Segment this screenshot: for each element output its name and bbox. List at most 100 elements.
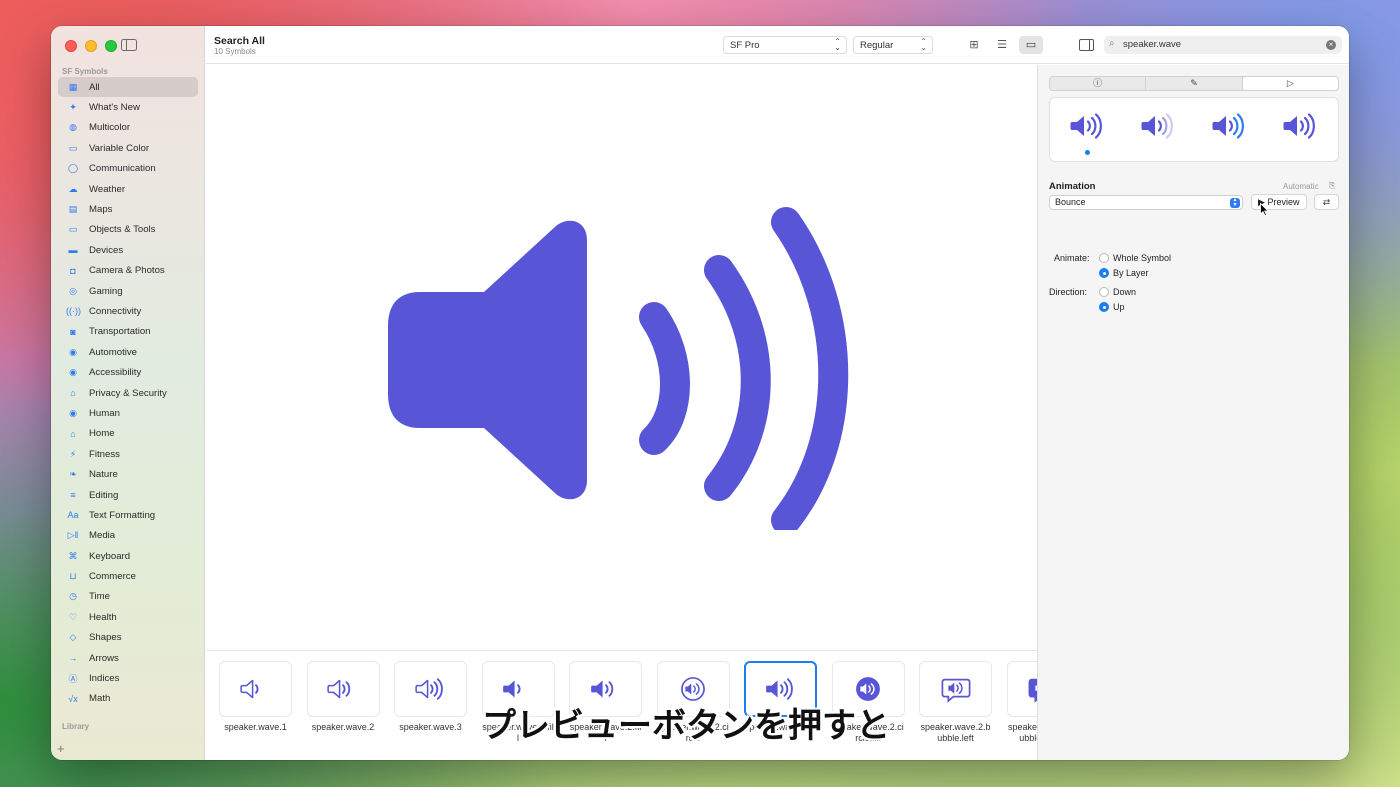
sf-symbols-window: SF Symbols ▦ All ✦ What's New ◍ Multicolor ▭ Va…	[51, 26, 1349, 760]
cart-icon: ⊔	[69, 571, 77, 582]
animation-effect-select[interactable]: Bounce ▴ ▾	[1049, 195, 1243, 210]
sidebar-item-label: All	[89, 81, 100, 93]
radio-label: Down	[1113, 287, 1137, 297]
accessibility-icon: ◉	[69, 367, 77, 378]
sidebar-item-devices[interactable]: ▬ Devices	[58, 240, 198, 260]
sidebar-item-math[interactable]: √x Math	[58, 689, 198, 709]
radio-option-up[interactable]: Up	[1099, 302, 1125, 312]
symbol-tile-label: speaker.wave.2.bubble.left.fill	[1007, 722, 1037, 743]
sidebar-item-text-formatting[interactable]: Aa Text Formatting	[58, 505, 198, 525]
sidebar-item-accessibility[interactable]: ◉ Accessibility	[58, 362, 198, 382]
sidebar-item-human[interactable]: ◉ Human	[58, 403, 198, 423]
tab-info[interactable]: ⓘ	[1050, 77, 1147, 90]
copy-icon[interactable]: ⎘	[1329, 181, 1335, 191]
sidebar-item-privacy-security[interactable]: ⌂ Privacy & Security	[58, 383, 198, 403]
folder-icon: ▭	[68, 224, 78, 235]
heart-icon: ♡	[68, 611, 78, 622]
symbol-tile-preview	[1006, 661, 1037, 717]
sidebar-item-variable-color[interactable]: ▭ Variable Color	[58, 138, 198, 158]
radio-option-whole-symbol[interactable]: Whole Symbol	[1099, 253, 1171, 263]
radio-option-down[interactable]: Down	[1099, 287, 1136, 297]
radio-button[interactable]	[1099, 302, 1109, 312]
hierarchical-variant-icon[interactable]	[1139, 111, 1179, 141]
weight-select[interactable]: Regular ⌃ ⌄	[853, 36, 933, 54]
sidebar-item-home[interactable]: ⌂ Home	[58, 424, 198, 444]
radio-option-by-layer[interactable]: By Layer	[1099, 268, 1149, 278]
house-icon: ⌂	[70, 428, 76, 439]
sidebar-item-label: What's New	[89, 102, 140, 114]
sidebar-list: ▦ All ✦ What's New ◍ Multicolor ▭ Variable Colo…	[58, 77, 198, 709]
minimize-button[interactable]	[85, 40, 97, 52]
symbol-tile[interactable]: speaker.wave.3	[394, 661, 467, 733]
sidebar-item-what-s-new[interactable]: ✦ What's New	[58, 97, 198, 117]
sidebar-item-fitness[interactable]: ⚡ Fitness	[58, 444, 198, 464]
grid-icon: ▦	[68, 81, 78, 92]
sidebar-item-weather[interactable]: ☁ Weather	[58, 179, 198, 199]
palette-variant-icon[interactable]	[1210, 111, 1250, 141]
speaker-wave-icon	[414, 678, 443, 700]
sidebar-item-editing[interactable]: ≡ Editing	[58, 485, 198, 505]
grid-view-button[interactable]: ⊞	[962, 36, 986, 54]
sidebar-item-maps[interactable]: ▤ Maps	[58, 199, 198, 219]
search-input[interactable]: speaker.wave	[1123, 39, 1181, 50]
sidebar-item-label: Health	[89, 611, 117, 623]
sidebar-item-automotive[interactable]: ◉ Automotive	[58, 342, 198, 362]
sidebar-item-connectivity[interactable]: ((·)) Connectivity	[58, 301, 198, 321]
font-select[interactable]: SF Pro ⌃ ⌄	[723, 36, 847, 54]
sidebar-item-health[interactable]: ♡ Health	[58, 607, 198, 627]
search-field[interactable]: ⌕ speaker.wave ×	[1104, 36, 1342, 54]
sidebar-item-gaming[interactable]: ◎ Gaming	[58, 281, 198, 301]
sidebar-item-time[interactable]: ◷ Time	[58, 587, 198, 607]
sidebar-item-objects-tools[interactable]: ▭ Objects & Tools	[58, 220, 198, 240]
radio-button[interactable]	[1099, 287, 1109, 297]
monochrome-variant-icon[interactable]	[1068, 111, 1108, 141]
sidebar-item-label: Objects & Tools	[89, 224, 156, 236]
sidebar-item-communication[interactable]: ◯ Communication	[58, 159, 198, 179]
chevron-updown-icon: ⌃ ⌄	[920, 37, 927, 52]
sidebar-item-shapes[interactable]: ◇ Shapes	[58, 628, 198, 648]
sidebar-item-label: Fitness	[89, 448, 120, 460]
sidebar-item-transportation[interactable]: ◙ Transportation	[58, 322, 198, 342]
speaker-wave-icon	[327, 679, 351, 699]
a-circle-icon: Ⓐ	[68, 674, 78, 685]
tab-customize[interactable]: ✎	[1146, 77, 1243, 90]
sidebar-item-indices[interactable]: Ⓐ Indices	[58, 668, 198, 688]
list-view-button[interactable]: ☰	[990, 36, 1014, 54]
add-collection-button[interactable]: +	[57, 741, 65, 756]
zoom-button[interactable]	[105, 40, 117, 52]
radio-button[interactable]	[1099, 253, 1109, 263]
radio-button[interactable]	[1099, 268, 1109, 278]
shapes-icon: ◇	[69, 632, 77, 643]
symbol-tile-label: speaker.wave.3	[399, 722, 462, 732]
symbol-count: 10 Symbols	[214, 47, 256, 56]
clear-search-icon[interactable]: ×	[1326, 40, 1336, 50]
sidebar-toggle-icon[interactable]	[121, 39, 137, 51]
close-button[interactable]	[65, 40, 77, 52]
repeat-button[interactable]: ⇄	[1314, 194, 1339, 210]
symbol-tile[interactable]: speaker.wave.1	[219, 661, 292, 733]
main-preview: speaker.wave.1 speaker.wave.2 speaker.wave…	[206, 65, 1037, 760]
sidebar-item-multicolor[interactable]: ◍ Multicolor	[58, 118, 198, 138]
automatic-label: Automatic	[1283, 182, 1319, 191]
symbol-tile[interactable]: speaker.wave.2.bubble.left	[919, 661, 992, 744]
sidebar-item-nature[interactable]: ❧ Nature	[58, 464, 198, 484]
person-icon: ◉	[69, 407, 77, 418]
tab-animation[interactable]: ▷	[1242, 77, 1338, 90]
sidebar-item-commerce[interactable]: ⊔ Commerce	[58, 566, 198, 586]
sidebar-item-arrows[interactable]: → Arrows	[58, 648, 198, 668]
gallery-view-button[interactable]: ▭	[1019, 36, 1043, 54]
sidebar-item-media[interactable]: ▷‖ Media	[58, 526, 198, 546]
arrow-right-icon: →	[68, 653, 78, 664]
sidebar-item-camera-photos[interactable]: ◘ Camera & Photos	[58, 261, 198, 281]
sidebar-item-label: Text Formatting	[89, 509, 156, 521]
sidebar-item-all[interactable]: ▦ All	[58, 77, 198, 98]
symbol-tile[interactable]: speaker.wave.2.bubble.left.fill	[1006, 661, 1037, 744]
sidebar-item-label: Indices	[89, 673, 120, 685]
inspector-toggle-icon[interactable]	[1079, 39, 1094, 51]
sidebar-item-keyboard[interactable]: ⌘ Keyboard	[58, 546, 198, 566]
symbol-tile[interactable]: speaker.wave.2	[306, 661, 380, 733]
multicolor-variant-icon[interactable]	[1281, 111, 1321, 141]
radio-label: Whole Symbol	[1113, 253, 1172, 263]
sidebar-item-label: Accessibility	[89, 367, 142, 379]
command-icon: ⌘	[68, 550, 78, 561]
